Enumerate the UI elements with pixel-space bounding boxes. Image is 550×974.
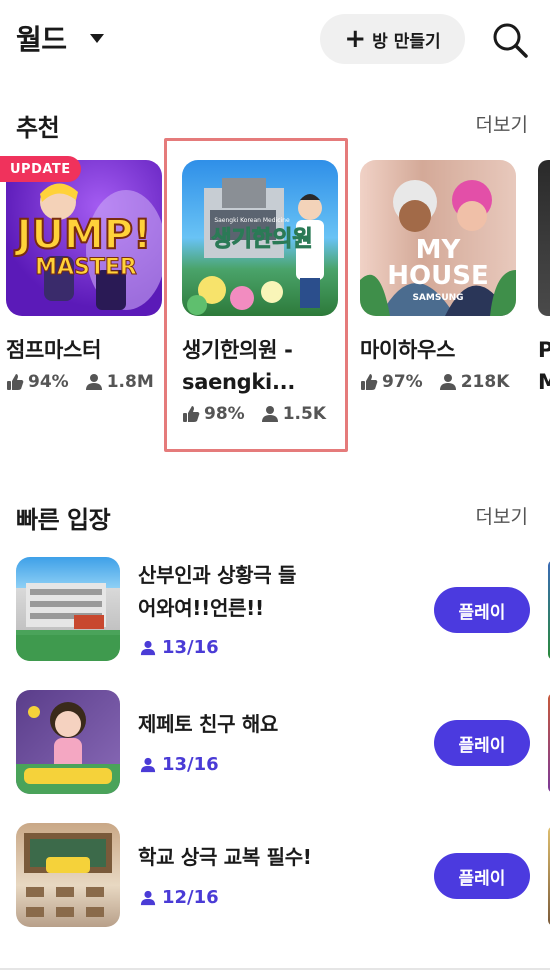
my-house-artwork: MY HOUSE SAMSUNG <box>360 160 516 316</box>
world-thumbnail <box>538 160 550 316</box>
world-card-jump-master[interactable]: JUMP! MASTER 점프마스터 94% 1.8M <box>6 160 166 392</box>
world-thumbnail: MY HOUSE SAMSUNG <box>360 160 516 316</box>
occupancy-count: 13/16 <box>162 754 219 775</box>
play-button[interactable]: 플레이 <box>434 853 530 899</box>
recommended-more-link[interactable]: 더보기 <box>476 110 528 137</box>
list-item[interactable]: 제페토 친구 해요 13/16 플레이 <box>16 690 550 800</box>
svg-text:MASTER: MASTER <box>35 255 137 280</box>
person-icon <box>140 890 156 905</box>
page-title[interactable]: 월드 <box>16 18 67 58</box>
room-title: 학교 상극 교복 필수! <box>138 845 312 869</box>
world-stats: 94% 1.8M <box>6 372 166 392</box>
person-icon <box>140 640 156 655</box>
user-count: 1.8M <box>106 372 154 392</box>
hospital-artwork <box>16 583 120 661</box>
search-icon[interactable] <box>490 20 530 60</box>
occupancy-count: 13/16 <box>162 637 219 658</box>
like-rate: 94% <box>28 372 69 392</box>
list-item[interactable]: 산부인과 상황극 들어와여!!언른!! 13/16 플레이 <box>16 557 550 667</box>
world-name: 점프마스터 <box>6 338 102 362</box>
selected-card-highlight <box>164 138 348 452</box>
quick-join-section-title: 빠른 입장 <box>16 506 111 534</box>
person-icon <box>439 374 456 390</box>
thumbs-up-icon <box>361 374 378 390</box>
person-icon <box>140 757 156 772</box>
thumbs-up-icon <box>7 374 24 390</box>
world-card-partial[interactable]: P M <box>538 160 550 398</box>
play-button[interactable]: 플레이 <box>434 720 530 766</box>
top-bar: 월드 + 방 만들기 <box>0 0 550 80</box>
world-name: 마이하우스 <box>360 338 456 362</box>
create-room-label: 방 만들기 <box>372 31 441 52</box>
update-badge: UPDATE <box>0 156 81 182</box>
occupancy-count: 12/16 <box>162 887 219 908</box>
list-item[interactable]: 학교 상극 교복 필수! 12/16 플레이 <box>16 823 550 933</box>
svg-text:HOUSE: HOUSE <box>387 261 488 291</box>
room-title: 산부인과 상황극 들어와여!!언른!! <box>138 563 297 620</box>
school-artwork <box>24 833 112 917</box>
plus-icon: + <box>344 24 367 54</box>
bottom-divider <box>0 968 550 970</box>
room-occupancy: 12/16 <box>140 887 219 908</box>
recommended-section-title: 추천 <box>16 114 60 142</box>
like-rate: 97% <box>382 372 423 392</box>
room-thumbnail <box>16 823 120 927</box>
room-occupancy: 13/16 <box>140 754 219 775</box>
room-thumbnail <box>16 690 120 794</box>
caret-down-icon[interactable] <box>90 34 104 43</box>
user-count: 218K <box>460 372 510 392</box>
svg-text:JUMP!: JUMP! <box>14 212 152 258</box>
world-card-my-house[interactable]: MY HOUSE SAMSUNG 마이하우스 97% 218K <box>360 160 520 392</box>
room-title: 제페토 친구 해요 <box>138 712 279 736</box>
jump-master-artwork: JUMP! MASTER <box>13 183 162 310</box>
world-stats: 97% 218K <box>360 372 520 392</box>
svg-text:SAMSUNG: SAMSUNG <box>412 293 463 303</box>
room-occupancy: 13/16 <box>140 637 219 658</box>
room-thumbnail <box>16 557 120 661</box>
world-name: P M <box>538 338 550 394</box>
person-icon <box>85 374 102 390</box>
friend-room-artwork <box>16 702 120 794</box>
play-button[interactable]: 플레이 <box>434 587 530 633</box>
create-room-button[interactable]: + 방 만들기 <box>320 14 465 64</box>
world-thumbnail: JUMP! MASTER <box>6 160 162 316</box>
quick-join-more-link[interactable]: 더보기 <box>476 502 528 529</box>
